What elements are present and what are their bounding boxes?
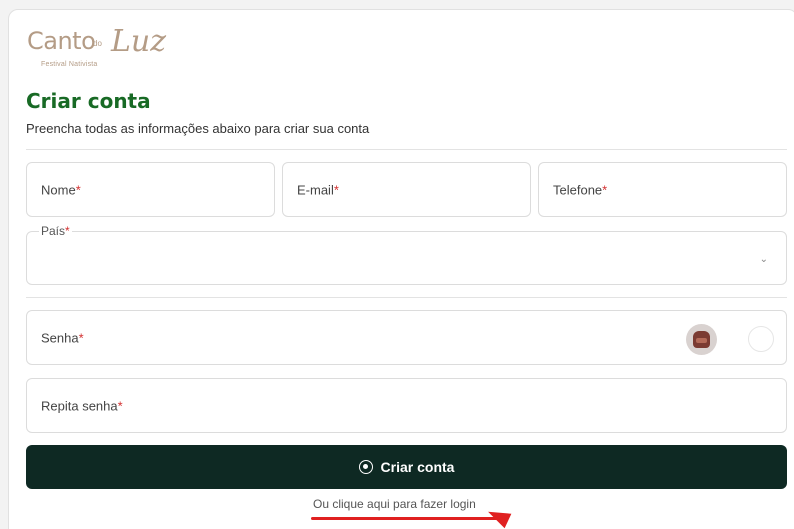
pais-select[interactable]: País* ⌄ xyxy=(26,224,787,285)
login-link[interactable]: Ou clique aqui para fazer login xyxy=(313,497,476,511)
divider xyxy=(26,149,787,150)
criar-conta-label: Criar conta xyxy=(380,459,455,475)
monkey-face-icon xyxy=(693,331,710,348)
telefone-label: Telefone xyxy=(553,182,603,197)
repita-senha-label: Repita senha xyxy=(41,398,118,413)
required-marker: * xyxy=(75,182,81,197)
senha-field[interactable]: Senha* xyxy=(26,310,787,365)
telefone-field[interactable]: Telefone* xyxy=(538,162,787,217)
criar-conta-button[interactable]: Criar conta xyxy=(26,445,787,489)
user-plus-icon xyxy=(358,460,373,474)
required-marker: * xyxy=(602,182,608,197)
senha-label: Senha xyxy=(41,330,79,345)
chevron-down-icon[interactable]: ⌄ xyxy=(760,254,768,265)
monkey-avatar-icon xyxy=(686,324,717,355)
nome-field[interactable]: Nome* xyxy=(26,162,275,217)
nome-label: Nome xyxy=(41,182,76,197)
email-label: E-mail xyxy=(297,182,334,197)
password-visibility-toggle[interactable] xyxy=(748,326,774,352)
email-field[interactable]: E-mail* xyxy=(282,162,531,217)
pais-label: País xyxy=(41,224,66,238)
canto-da-luz-logo: Canto do Luz Festival Nativista xyxy=(27,22,177,78)
logo-small: do xyxy=(93,39,102,48)
logo-script: Luz xyxy=(111,24,167,59)
annotation-underline xyxy=(311,517,502,520)
required-marker: * xyxy=(333,182,339,197)
logo-tagline: Festival Nativista xyxy=(41,61,98,68)
repita-senha-field[interactable]: Repita senha* xyxy=(26,378,787,433)
divider xyxy=(26,297,787,298)
required-marker: * xyxy=(65,224,70,238)
page-subtitle: Preencha todas as informações abaixo par… xyxy=(26,121,370,136)
logo-word: Canto xyxy=(27,27,96,55)
page-title: Criar conta xyxy=(26,89,151,113)
required-marker: * xyxy=(117,398,123,413)
required-marker: * xyxy=(78,330,84,345)
